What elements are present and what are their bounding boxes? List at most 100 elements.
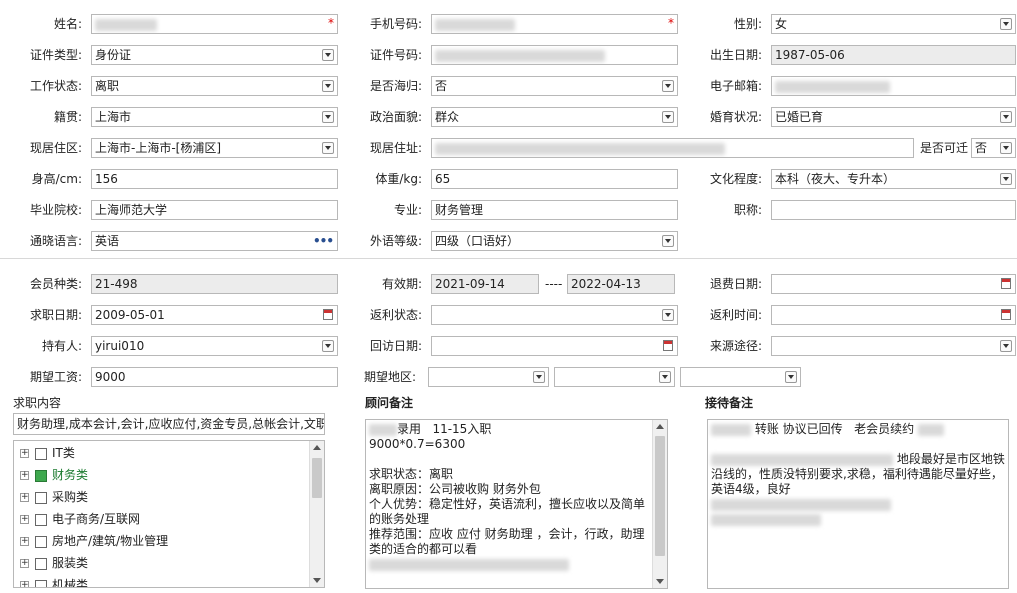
consultant-note-textarea[interactable]: 录用 11-15入职 9000*0.7=6300 求职状态：离职 离职原因：公司… (365, 419, 668, 589)
chevron-down-icon[interactable] (1000, 142, 1012, 154)
chevron-down-icon[interactable] (662, 235, 674, 247)
relocate-select[interactable]: 否 (971, 138, 1016, 158)
consultant-note-scrollbar[interactable] (652, 420, 667, 588)
validity-end-field[interactable]: 2022-04-13 (567, 274, 675, 294)
calendar-icon[interactable] (1001, 309, 1011, 320)
chevron-down-icon[interactable] (659, 371, 671, 383)
title-field[interactable] (771, 200, 1016, 220)
height-field[interactable]: 156 (91, 169, 338, 189)
visit-date-field[interactable] (431, 336, 678, 356)
chevron-down-icon[interactable] (662, 309, 674, 321)
expand-icon[interactable]: + (20, 493, 29, 502)
birth-field[interactable]: 1987-05-06 (771, 45, 1016, 65)
checkbox[interactable] (35, 535, 47, 548)
weight-field[interactable]: 65 (431, 169, 678, 189)
marital-select[interactable]: 已婚已育 (771, 107, 1016, 127)
scroll-thumb[interactable] (312, 458, 322, 498)
chevron-down-icon[interactable] (322, 80, 334, 92)
native-select[interactable]: 上海市 (91, 107, 338, 127)
scroll-thumb[interactable] (655, 436, 665, 556)
checkbox[interactable] (35, 491, 47, 504)
calendar-icon[interactable] (1001, 278, 1011, 289)
tree-item-label: 财务类 (52, 468, 89, 482)
tree-item[interactable]: + 机械类 (20, 576, 88, 587)
address-field[interactable] (431, 138, 914, 158)
job-date-field[interactable]: 2009-05-01 (91, 305, 338, 325)
expand-icon[interactable]: + (20, 559, 29, 568)
rebate-time-field[interactable] (771, 305, 1016, 325)
chevron-down-icon[interactable] (322, 142, 334, 154)
gender-select[interactable]: 女 (771, 14, 1016, 34)
chevron-down-icon[interactable] (785, 371, 797, 383)
reception-note-redacted-3 (711, 513, 821, 526)
scroll-down-icon[interactable] (313, 578, 321, 583)
job-content-summary-field[interactable]: 财务助理,成本会计,会计,应收应付,资金专员,总帐会计,文职 (13, 413, 325, 435)
area-city-select[interactable] (554, 367, 675, 387)
expand-icon[interactable]: + (20, 537, 29, 546)
school-field[interactable]: 上海师范大学 (91, 200, 338, 220)
job-category-tree[interactable]: + IT类 + 财务类 + 采购类 + 电子商务/互联网 + 房地产/建筑/物业管理 + 服装类 + 机械… (13, 440, 325, 588)
residence-select[interactable]: 上海市-上海市-[杨浦区] (91, 138, 338, 158)
tree-item[interactable]: + 财务类 (20, 466, 88, 484)
lang-level-select[interactable]: 四级（口语好） (431, 231, 678, 251)
returnee-select[interactable]: 否 (431, 76, 678, 96)
chevron-down-icon[interactable] (322, 111, 334, 123)
gender-label: 性别: (733, 17, 762, 31)
holder-select[interactable]: yirui010 (91, 336, 338, 356)
expand-icon[interactable]: + (20, 471, 29, 480)
name-field[interactable]: * (91, 14, 338, 34)
expand-icon[interactable]: + (20, 515, 29, 524)
area-province-select[interactable] (428, 367, 549, 387)
more-icon[interactable]: ••• (313, 232, 334, 250)
tree-item[interactable]: + 服装类 (20, 554, 88, 572)
chevron-down-icon[interactable] (1000, 18, 1012, 30)
expand-icon[interactable]: + (20, 581, 29, 587)
chevron-down-icon[interactable] (322, 49, 334, 61)
refund-date-field[interactable] (771, 274, 1016, 294)
tree-item[interactable]: + 房地产/建筑/物业管理 (20, 532, 168, 550)
lang-level-value: 四级（口语好） (435, 234, 520, 248)
checkbox[interactable] (35, 557, 47, 570)
chevron-down-icon[interactable] (662, 111, 674, 123)
major-field[interactable]: 财务管理 (431, 200, 678, 220)
chevron-down-icon[interactable] (1000, 111, 1012, 123)
rebate-status-select[interactable] (431, 305, 678, 325)
id-no-field[interactable] (431, 45, 678, 65)
area-district-select[interactable] (680, 367, 801, 387)
member-type-field[interactable]: 21-498 (91, 274, 338, 294)
expand-icon[interactable]: + (20, 449, 29, 458)
id-type-select[interactable]: 身份证 (91, 45, 338, 65)
address-label: 现居住址: (369, 141, 422, 155)
chevron-down-icon[interactable] (533, 371, 545, 383)
salary-field[interactable]: 9000 (91, 367, 338, 387)
calendar-icon[interactable] (323, 309, 333, 320)
chevron-down-icon[interactable] (322, 340, 334, 352)
scroll-up-icon[interactable] (313, 445, 321, 450)
scroll-down-icon[interactable] (656, 579, 664, 584)
tree-item[interactable]: + 电子商务/互联网 (20, 510, 140, 528)
source-select[interactable] (771, 336, 1016, 356)
work-status-select[interactable]: 离职 (91, 76, 338, 96)
reception-note-textarea[interactable]: 转账 协议已回传 老会员续约 地段最好是市区地铁沿线的，性质没特别要求,求稳，福… (707, 419, 1009, 589)
tree-item[interactable]: + IT类 (20, 444, 75, 462)
tree-item-label: 采购类 (52, 490, 89, 504)
checkbox[interactable] (35, 513, 47, 526)
education-select[interactable]: 本科（夜大、专升本） (771, 169, 1016, 189)
tree-item[interactable]: + 采购类 (20, 488, 88, 506)
checkbox[interactable] (35, 447, 47, 460)
calendar-icon[interactable] (663, 340, 673, 351)
scroll-up-icon[interactable] (656, 424, 664, 429)
chevron-down-icon[interactable] (662, 80, 674, 92)
language-field[interactable]: 英语 ••• (91, 231, 338, 251)
tree-item-label: 服装类 (52, 556, 89, 570)
mobile-field[interactable]: * (431, 14, 678, 34)
chevron-down-icon[interactable] (1000, 173, 1012, 185)
validity-start-field[interactable]: 2021-09-14 (431, 274, 539, 294)
political-select[interactable]: 群众 (431, 107, 678, 127)
tree-scrollbar[interactable] (309, 441, 324, 587)
email-field[interactable] (771, 76, 1016, 96)
checkbox[interactable] (35, 579, 47, 587)
job-date-value: 2009-05-01 (95, 308, 165, 322)
checkbox[interactable] (35, 469, 47, 482)
chevron-down-icon[interactable] (1000, 340, 1012, 352)
